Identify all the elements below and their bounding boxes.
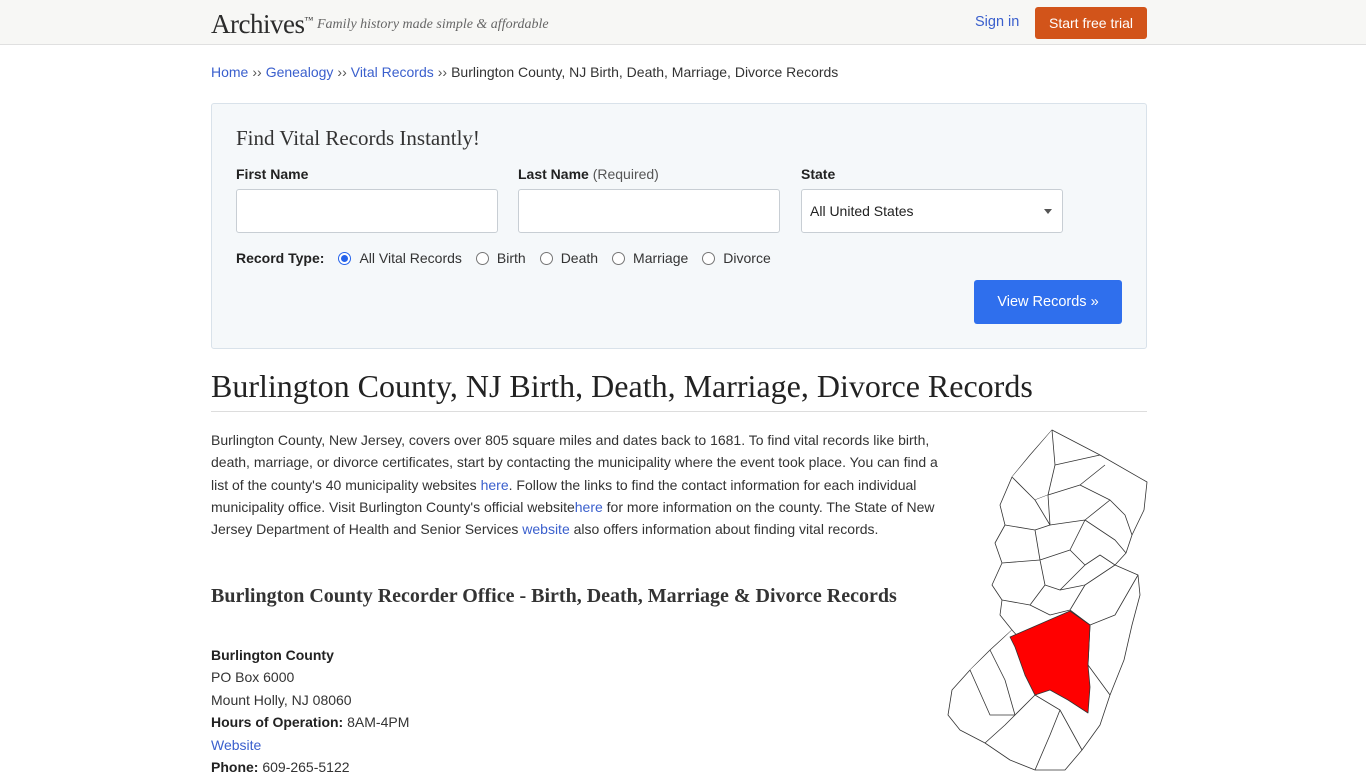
last-name-label: Last Name (Required) [518, 166, 659, 182]
first-name-input[interactable] [236, 189, 498, 233]
sign-in-link[interactable]: Sign in [975, 14, 1019, 30]
breadcrumb-current: Burlington County, NJ Birth, Death, Marr… [451, 64, 839, 80]
search-title: Find Vital Records Instantly! [236, 126, 480, 150]
radio-checked-icon[interactable] [338, 251, 352, 265]
county-website-link[interactable]: here [575, 499, 603, 515]
record-type-group: Record Type: All Vital Records Birth Dea… [236, 250, 785, 266]
office-section-heading: Burlington County Recorder Office - Birt… [211, 585, 897, 607]
municipality-websites-link[interactable]: here [481, 477, 509, 493]
state-select[interactable]: All United States [801, 189, 1063, 233]
search-form: Find Vital Records Instantly! First Name… [211, 103, 1147, 349]
office-name: Burlington County [211, 647, 334, 663]
breadcrumb-home[interactable]: Home [211, 64, 248, 80]
breadcrumb-separator: ›› [337, 64, 347, 80]
state-health-website-link[interactable]: website [522, 521, 569, 537]
chevron-down-icon [1044, 209, 1052, 214]
state-select-value: All United States [810, 203, 914, 219]
trademark: ™ [304, 15, 313, 25]
view-records-button[interactable]: View Records » [974, 280, 1122, 324]
breadcrumb: Home ›› Genealogy ›› Vital Records ›› Burlingt… [211, 64, 838, 80]
first-name-label: First Name [236, 166, 309, 182]
office-info: Burlington County PO Box 6000 Mount Holl… [211, 644, 409, 778]
office-website-link[interactable]: Website [211, 737, 261, 753]
radio-birth[interactable]: Birth [475, 250, 526, 266]
intro-paragraph: Burlington County, New Jersey, covers ov… [211, 432, 938, 538]
new-jersey-county-map [947, 429, 1148, 771]
site-tagline: Family history made simple & affordable [317, 17, 549, 32]
radio-all-vital-records[interactable]: All Vital Records [338, 250, 462, 266]
office-phone: Phone: 609-265-5122 [211, 759, 350, 776]
radio-icon[interactable] [702, 251, 716, 265]
breadcrumb-separator: ›› [437, 64, 448, 80]
breadcrumb-genealogy[interactable]: Genealogy [266, 64, 334, 80]
state-label: State [801, 166, 836, 182]
radio-divorce[interactable]: Divorce [702, 250, 771, 266]
breadcrumb-separator: ›› [252, 64, 262, 80]
office-hours: Hours of Operation: 8AM-4PM [211, 714, 410, 731]
office-address-line1: PO Box 6000 [211, 669, 295, 686]
radio-icon[interactable] [475, 251, 489, 265]
radio-death[interactable]: Death [539, 250, 598, 266]
required-note: (Required) [592, 166, 659, 182]
breadcrumb-vital-records[interactable]: Vital Records [351, 64, 434, 80]
page-title: Burlington County, NJ Birth, Death, Marr… [211, 368, 1147, 412]
site-logo[interactable]: Archives™ [211, 9, 313, 40]
last-name-input[interactable] [518, 189, 780, 233]
radio-icon[interactable] [539, 251, 553, 265]
top-bar: Archives™ Family history made simple & a… [0, 0, 1366, 45]
radio-marriage[interactable]: Marriage [612, 250, 688, 266]
office-address-line2: Mount Holly, NJ 08060 [211, 691, 352, 708]
radio-icon[interactable] [612, 251, 626, 265]
start-free-trial-button[interactable]: Start free trial [1035, 7, 1147, 39]
record-type-label: Record Type: [236, 250, 325, 266]
